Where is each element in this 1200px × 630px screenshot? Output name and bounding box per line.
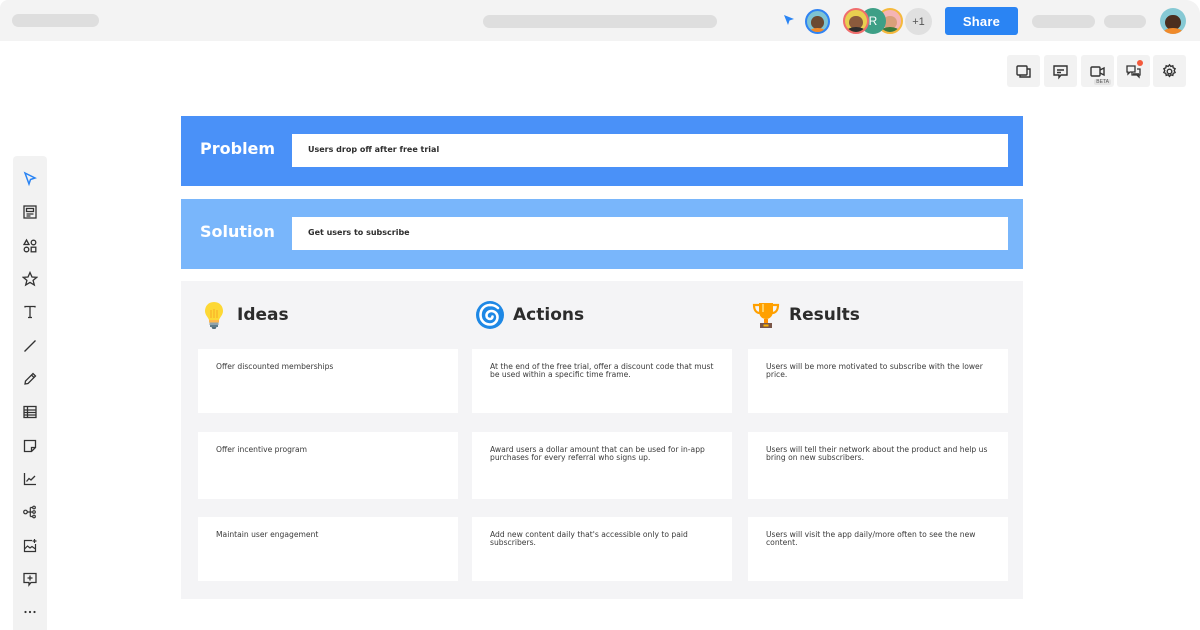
ideas-title: Ideas: [237, 305, 289, 325]
pen-icon: [24, 372, 37, 385]
top-bar: R +1 Share: [0, 0, 1200, 41]
add-comment-tool[interactable]: [13, 566, 47, 592]
action-card[interactable]: At the end of the free trial, offer a di…: [472, 349, 732, 413]
line-tool[interactable]: [13, 333, 47, 359]
problem-title: Problem: [200, 139, 276, 158]
menu-placeholder[interactable]: [1104, 15, 1146, 28]
sticky-note-icon: [23, 439, 37, 453]
actions-column: Actions At the end of the free trial, of…: [457, 281, 733, 599]
ideas-actions-results-panel: Ideas Offer discounted memberships Offer…: [181, 281, 1023, 599]
left-toolbar: [13, 156, 47, 630]
line-icon: [24, 340, 36, 352]
cyclone-icon: [476, 301, 504, 329]
template-tool[interactable]: [13, 199, 47, 225]
sticky-note-tool[interactable]: [13, 433, 47, 459]
current-user-avatar[interactable]: [805, 9, 830, 34]
template-icon: [23, 205, 37, 219]
actions-title: Actions: [513, 305, 585, 325]
stamp-tool[interactable]: [13, 266, 47, 292]
menu-placeholder[interactable]: [1032, 15, 1095, 28]
idea-card[interactable]: Maintain user engagement: [198, 517, 458, 581]
comments-button[interactable]: [1044, 55, 1077, 87]
light-bulb-icon: [205, 302, 223, 329]
center-title-placeholder: [483, 15, 717, 28]
shapes-icon: [22, 238, 37, 253]
more-icon: [24, 610, 36, 614]
more-collaborators-badge[interactable]: +1: [905, 8, 932, 35]
notification-dot: [1137, 60, 1143, 66]
results-title: Results: [789, 305, 860, 325]
chat-button[interactable]: [1117, 55, 1150, 87]
solution-banner[interactable]: Solution Get users to subscribe: [181, 199, 1023, 269]
comment-icon: [1053, 64, 1068, 79]
add-comment-icon: [23, 572, 37, 587]
idea-card[interactable]: Offer incentive program: [198, 432, 458, 499]
more-tools[interactable]: [13, 599, 47, 625]
action-card[interactable]: Add new content daily that's accessible …: [472, 517, 732, 581]
share-button[interactable]: Share: [945, 7, 1018, 35]
more-collaborators-count: +1: [912, 15, 925, 28]
text-icon: [24, 305, 36, 319]
result-card[interactable]: Users will tell their network about the …: [748, 432, 1008, 499]
result-card[interactable]: Users will be more motivated to subscrib…: [748, 349, 1008, 413]
solution-field[interactable]: Get users to subscribe: [292, 217, 1008, 250]
trophy-icon: [752, 303, 780, 328]
document-title-placeholder[interactable]: [12, 14, 99, 27]
ideas-column: Ideas Offer discounted memberships Offer…: [181, 281, 458, 599]
problem-banner[interactable]: Problem Users drop off after free trial: [181, 116, 1023, 186]
settings-icon: [1162, 63, 1177, 78]
pages-icon: [1016, 64, 1031, 78]
select-cursor-icon: [23, 171, 37, 187]
action-card[interactable]: Award users a dollar amount that can be …: [472, 432, 732, 499]
table-icon: [23, 405, 37, 419]
account-avatar[interactable]: [1160, 8, 1186, 34]
results-column: Results Users will be more motivated to …: [733, 281, 1023, 599]
text-tool[interactable]: [13, 299, 47, 325]
pen-tool[interactable]: [13, 366, 47, 392]
table-tool[interactable]: [13, 399, 47, 425]
idea-card[interactable]: Offer discounted memberships: [198, 349, 458, 413]
chart-tool[interactable]: [13, 466, 47, 492]
collaborator-avatar[interactable]: [843, 8, 869, 34]
add-image-icon: [23, 539, 37, 553]
settings-button[interactable]: [1153, 55, 1186, 87]
select-tool[interactable]: [13, 166, 47, 192]
video-icon: [1090, 65, 1105, 77]
beta-badge: BETA: [1094, 79, 1111, 85]
mind-map-tool[interactable]: [13, 499, 47, 525]
chart-icon: [23, 473, 36, 486]
star-icon: [22, 271, 38, 287]
actions-header: Actions: [475, 299, 584, 331]
solution-title: Solution: [200, 222, 275, 241]
shapes-tool[interactable]: [13, 233, 47, 259]
follow-cursor-icon[interactable]: [782, 13, 796, 27]
problem-field[interactable]: Users drop off after free trial: [292, 134, 1008, 167]
pages-button[interactable]: [1007, 55, 1040, 87]
image-tool[interactable]: [13, 533, 47, 559]
collaborator-initial: R: [868, 14, 878, 28]
video-button[interactable]: BETA: [1081, 55, 1114, 87]
results-header: Results: [751, 299, 860, 331]
ideas-header: Ideas: [199, 299, 289, 331]
result-card[interactable]: Users will visit the app daily/more ofte…: [748, 517, 1008, 581]
mind-map-icon: [23, 505, 36, 519]
